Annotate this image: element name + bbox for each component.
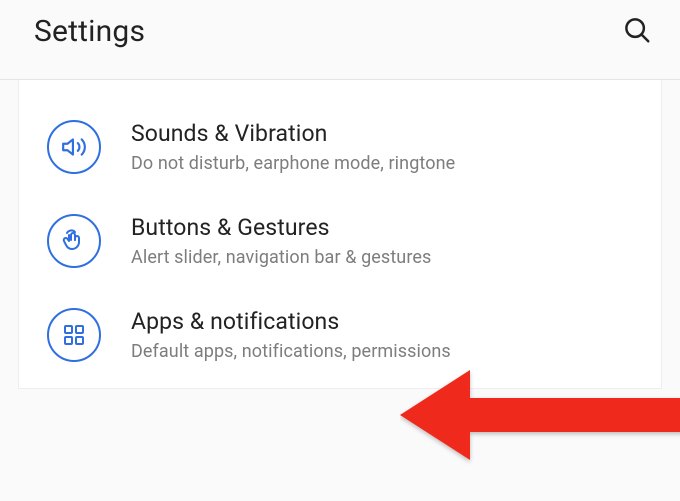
- settings-item-text: Apps & notifications Default apps, notif…: [131, 308, 451, 362]
- settings-item-text: Sounds & Vibration Do not disturb, earph…: [131, 120, 455, 174]
- gesture-icon: [47, 214, 101, 268]
- settings-item-title: Sounds & Vibration: [131, 120, 455, 147]
- sound-icon: [47, 120, 101, 174]
- page-title: Settings: [34, 14, 145, 49]
- settings-item-subtitle: Do not disturb, earphone mode, ringtone: [131, 153, 455, 174]
- settings-item-buttons[interactable]: Buttons & Gestures Alert slider, navigat…: [19, 194, 661, 288]
- settings-item-title: Buttons & Gestures: [131, 214, 431, 241]
- settings-item-sounds[interactable]: Sounds & Vibration Do not disturb, earph…: [19, 100, 661, 194]
- settings-item-subtitle: Default apps, notifications, permissions: [131, 341, 451, 362]
- apps-icon: [47, 308, 101, 362]
- settings-item-text: Buttons & Gestures Alert slider, navigat…: [131, 214, 431, 268]
- search-icon: [622, 15, 652, 45]
- settings-list: Sounds & Vibration Do not disturb, earph…: [18, 80, 662, 389]
- settings-item-title: Apps & notifications: [131, 308, 451, 335]
- settings-header: Settings: [0, 0, 680, 80]
- search-button[interactable]: [622, 15, 652, 49]
- settings-item-apps[interactable]: Apps & notifications Default apps, notif…: [19, 288, 661, 382]
- settings-item-subtitle: Alert slider, navigation bar & gestures: [131, 247, 431, 268]
